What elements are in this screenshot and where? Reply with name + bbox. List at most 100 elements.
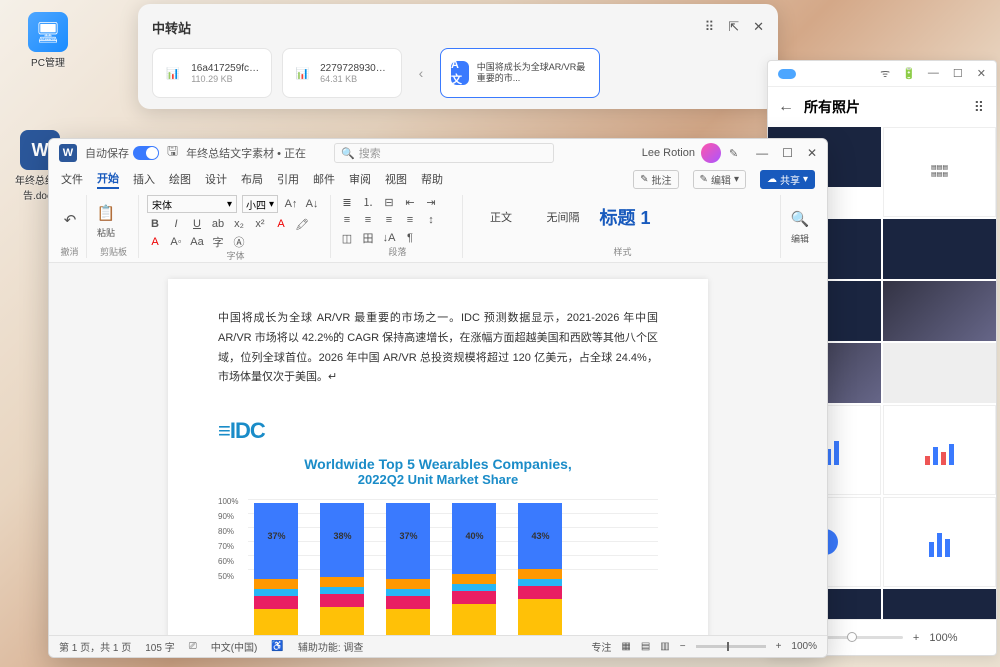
tab-design[interactable]: 设计: [205, 171, 227, 187]
change-case-icon[interactable]: Aa: [189, 235, 205, 249]
tab-insert[interactable]: 插入: [133, 171, 155, 187]
text-effect-icon[interactable]: A: [147, 235, 163, 249]
tab-references[interactable]: 引用: [277, 171, 299, 187]
photo-thumb[interactable]: ▤▤▤▤▤▤: [883, 127, 996, 217]
photo-thumb[interactable]: [883, 589, 996, 619]
shrink-font-icon[interactable]: A↓: [304, 197, 320, 211]
page-indicator[interactable]: 第 1 页，共 1 页: [59, 639, 131, 654]
clear-format-icon[interactable]: A◦: [168, 235, 184, 249]
tab-review[interactable]: 审阅: [349, 171, 371, 187]
desktop-icon-pc[interactable]: 🖥 PC管理: [18, 12, 78, 69]
paste-button[interactable]: 📋粘贴: [95, 202, 117, 239]
underline-icon[interactable]: U: [189, 217, 205, 231]
close-icon[interactable]: ✕: [977, 67, 986, 80]
close-icon[interactable]: ✕: [807, 146, 817, 160]
view-print-icon[interactable]: ▤: [641, 641, 650, 652]
spacing-icon[interactable]: ↕: [423, 213, 439, 227]
file-card[interactable]: 📊 22797289305df9b...64.31 KB: [282, 48, 402, 98]
zoom-value: 100%: [791, 641, 817, 652]
document-name[interactable]: 年终总结文字素材 • 正在保存... ∨: [186, 145, 306, 161]
language[interactable]: 中文(中国): [211, 639, 258, 654]
bullets-icon[interactable]: ≣: [339, 195, 355, 209]
tab-home[interactable]: 开始: [97, 170, 119, 189]
focus-mode[interactable]: 专注: [591, 639, 611, 654]
accessibility[interactable]: 辅助功能: 调查: [298, 639, 364, 654]
strike-icon[interactable]: ab: [210, 217, 226, 231]
file-card[interactable]: 📊 16a417259fc920...110.29 KB: [152, 48, 272, 98]
collapse-icon[interactable]: ⇱: [728, 19, 739, 35]
tab-view[interactable]: 视图: [385, 171, 407, 187]
marks-icon[interactable]: ¶: [402, 231, 418, 245]
zoom-in-icon[interactable]: +: [913, 632, 919, 644]
maximize-icon[interactable]: ☐: [782, 146, 793, 160]
borders-icon[interactable]: 田: [360, 231, 376, 245]
style-body[interactable]: 正文: [471, 195, 531, 239]
zoom-slider[interactable]: [823, 636, 903, 639]
photo-thumb[interactable]: [883, 281, 996, 341]
shading-icon[interactable]: ◫: [339, 231, 355, 245]
zoom-out-icon[interactable]: −: [680, 641, 686, 652]
tab-layout[interactable]: 布局: [241, 171, 263, 187]
autosave-label: 自动保存: [85, 145, 129, 161]
photo-thumb[interactable]: [883, 343, 996, 403]
multilevel-icon[interactable]: ⊟: [381, 195, 397, 209]
pen-icon[interactable]: ✎: [729, 147, 738, 160]
document-area[interactable]: 中国将成长为全球 AR/VR 最重要的市场之一。IDC 预测数据显示，2021-…: [49, 263, 827, 635]
more-icon[interactable]: ⠿: [974, 99, 986, 116]
undo-button[interactable]: ↶: [59, 209, 81, 231]
photo-thumb[interactable]: [883, 497, 996, 587]
align-right-icon[interactable]: ≡: [381, 213, 397, 227]
group-label: 段落: [339, 245, 456, 258]
style-heading1[interactable]: 标题 1: [595, 195, 655, 239]
avatar[interactable]: [701, 143, 721, 163]
outdent-icon[interactable]: ⇤: [402, 195, 418, 209]
photo-thumb[interactable]: [883, 219, 996, 279]
highlight-icon[interactable]: 🖍: [294, 217, 310, 231]
close-icon[interactable]: ✕: [753, 19, 764, 35]
tab-mailings[interactable]: 邮件: [313, 171, 335, 187]
fontsize-select[interactable]: 小四▾: [242, 195, 278, 213]
italic-icon[interactable]: I: [168, 217, 184, 231]
pc-icon: 🖥: [28, 12, 68, 52]
grow-font-icon[interactable]: A↑: [283, 197, 299, 211]
find-button[interactable]: 🔍编辑: [789, 208, 811, 245]
numbering-icon[interactable]: ⒈: [360, 195, 376, 209]
bold-icon[interactable]: B: [147, 217, 163, 231]
view-web-icon[interactable]: ▥: [660, 641, 669, 652]
sub-icon[interactable]: x₂: [231, 217, 247, 231]
grid-icon[interactable]: ⠿: [705, 19, 715, 35]
align-center-icon[interactable]: ≡: [360, 213, 376, 227]
sort-icon[interactable]: ↓A: [381, 231, 397, 245]
comments-button[interactable]: ✎ 批注: [633, 170, 678, 189]
search-input[interactable]: 🔍 搜索: [334, 143, 554, 163]
font-select[interactable]: 宋体▾: [147, 195, 237, 213]
file-card-selected[interactable]: A文 中国将成长为全球AR/VR最重要的市...: [440, 48, 600, 98]
sup-icon[interactable]: x²: [252, 217, 268, 231]
indent-icon[interactable]: ⇥: [423, 195, 439, 209]
minimize-icon[interactable]: —: [928, 67, 939, 80]
tab-draw[interactable]: 绘图: [169, 171, 191, 187]
paragraph-text[interactable]: 中国将成长为全球 AR/VR 最重要的市场之一。IDC 预测数据显示，2021-…: [218, 309, 658, 388]
maximize-icon[interactable]: ☐: [953, 67, 963, 80]
font-color-icon[interactable]: A: [273, 217, 289, 231]
autosave-toggle[interactable]: [133, 146, 159, 160]
save-icon[interactable]: 🖫: [167, 142, 178, 164]
edit-button[interactable]: ✎ 编辑 ▾: [693, 170, 746, 189]
chevron-left-icon[interactable]: ‹: [412, 48, 430, 98]
back-icon[interactable]: ←: [778, 98, 794, 116]
align-left-icon[interactable]: ≡: [339, 213, 355, 227]
minimize-icon[interactable]: —: [756, 146, 768, 160]
zoom-in-icon[interactable]: +: [776, 641, 782, 652]
toggle-icon[interactable]: [778, 69, 796, 79]
share-button[interactable]: ☁ 共享 ▾: [760, 170, 815, 189]
circle-icon[interactable]: Ⓐ: [231, 235, 247, 249]
photo-thumb[interactable]: [883, 405, 996, 495]
word-count[interactable]: 105 字: [145, 639, 174, 654]
style-nospacing[interactable]: 无间隔: [533, 195, 593, 239]
zoom-slider[interactable]: [696, 645, 766, 648]
tab-file[interactable]: 文件: [61, 171, 83, 187]
justify-icon[interactable]: ≡: [402, 213, 418, 227]
phonetic-icon[interactable]: 字: [210, 235, 226, 249]
view-read-icon[interactable]: ▦: [621, 641, 630, 652]
tab-help[interactable]: 帮助: [421, 171, 443, 187]
